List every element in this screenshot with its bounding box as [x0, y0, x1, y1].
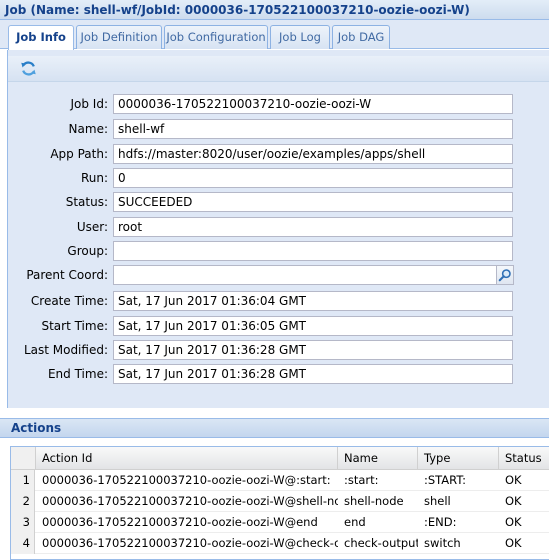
- action-status-cell: OK: [505, 536, 522, 550]
- actions-panel-title: Actions: [0, 418, 549, 438]
- user-field[interactable]: root: [113, 217, 513, 237]
- action-id-cell: 0000036-170522100037210-oozie-oozi-W@end: [42, 515, 318, 529]
- action-id-cell: 0000036-170522100037210-oozie-oozi-W@she…: [42, 494, 338, 508]
- column-header-type[interactable]: Type: [418, 447, 499, 469]
- window-title: Job (Name: shell-wf/JobId: 0000036-17052…: [0, 0, 549, 20]
- action-status-cell: OK: [505, 473, 522, 487]
- job-id-label: Job Id:: [70, 97, 108, 111]
- tab-strip: Job Info Job Definition Job Configuratio…: [0, 20, 549, 50]
- tab-job-definition[interactable]: Job Definition: [76, 25, 162, 49]
- name-label: Name:: [68, 122, 108, 136]
- tab-job-configuration[interactable]: Job Configuration: [164, 25, 268, 49]
- action-name-cell: check-output: [344, 536, 418, 550]
- row-number: 1: [11, 470, 35, 491]
- parent-coord-search-button[interactable]: [497, 265, 514, 285]
- row-number: 3: [11, 512, 35, 533]
- tab-job-log[interactable]: Job Log: [270, 25, 330, 49]
- status-label: Status:: [65, 195, 108, 209]
- create-time-label: Create Time:: [30, 294, 108, 308]
- row-number: 2: [11, 491, 35, 512]
- parent-coord-label: Parent Coord:: [26, 268, 108, 282]
- row-number-header: [11, 447, 36, 469]
- column-header-name[interactable]: Name: [338, 447, 418, 469]
- action-name-cell: :start:: [344, 473, 379, 487]
- run-field[interactable]: 0: [113, 168, 513, 188]
- last-modified-label: Last Modified:: [23, 343, 108, 357]
- action-status-cell: OK: [505, 494, 522, 508]
- action-name-cell: shell-node: [344, 494, 404, 508]
- action-name-cell: end: [344, 515, 366, 529]
- column-header-status[interactable]: Status: [499, 447, 549, 469]
- refresh-icon[interactable]: [20, 60, 37, 77]
- group-field[interactable]: [113, 241, 513, 261]
- actions-grid: Action Id Name Type Status 1 0000036-170…: [10, 446, 549, 560]
- last-modified-field[interactable]: Sat, 17 Jun 2017 01:36:28 GMT: [113, 340, 513, 360]
- table-row[interactable]: 2 0000036-170522100037210-oozie-oozi-W@s…: [11, 491, 549, 512]
- table-row[interactable]: 3 0000036-170522100037210-oozie-oozi-W@e…: [11, 512, 549, 533]
- action-id-cell: 0000036-170522100037210-oozie-oozi-W@:st…: [42, 473, 331, 487]
- end-time-field[interactable]: Sat, 17 Jun 2017 01:36:28 GMT: [113, 364, 513, 384]
- action-type-cell: switch: [424, 536, 461, 550]
- table-row[interactable]: 1 0000036-170522100037210-oozie-oozi-W@:…: [11, 470, 549, 491]
- tab-job-dag[interactable]: Job DAG: [332, 25, 390, 49]
- create-time-field[interactable]: Sat, 17 Jun 2017 01:36:04 GMT: [113, 291, 513, 311]
- tab-job-info[interactable]: Job Info: [8, 25, 74, 50]
- action-id-cell: 0000036-170522100037210-oozie-oozi-W@che…: [42, 536, 338, 550]
- action-status-cell: OK: [505, 515, 522, 529]
- parent-coord-field[interactable]: [113, 265, 497, 285]
- end-time-label: End Time:: [47, 367, 108, 381]
- table-row[interactable]: 4 0000036-170522100037210-oozie-oozi-W@c…: [11, 533, 549, 554]
- group-label: Group:: [67, 244, 108, 258]
- status-field[interactable]: SUCCEEDED: [113, 192, 513, 212]
- start-time-label: Start Time:: [41, 319, 108, 333]
- row-number: 4: [11, 533, 35, 554]
- action-type-cell: :END:: [424, 515, 457, 529]
- name-field[interactable]: shell-wf: [113, 119, 513, 139]
- user-label: User:: [76, 220, 108, 234]
- column-header-action-id[interactable]: Action Id: [36, 447, 338, 469]
- magnifier-icon: [498, 269, 511, 282]
- toolbar: [8, 56, 549, 82]
- action-type-cell: shell: [424, 494, 451, 508]
- start-time-field[interactable]: Sat, 17 Jun 2017 01:36:05 GMT: [113, 316, 513, 336]
- action-type-cell: :START:: [424, 473, 466, 487]
- run-label: Run:: [80, 171, 108, 185]
- app-path-label: App Path:: [50, 147, 108, 161]
- grid-header: Action Id Name Type Status: [11, 447, 549, 470]
- job-id-field[interactable]: 0000036-170522100037210-oozie-oozi-W: [113, 94, 513, 114]
- app-path-field[interactable]: hdfs://master:8020/user/oozie/examples/a…: [113, 144, 513, 164]
